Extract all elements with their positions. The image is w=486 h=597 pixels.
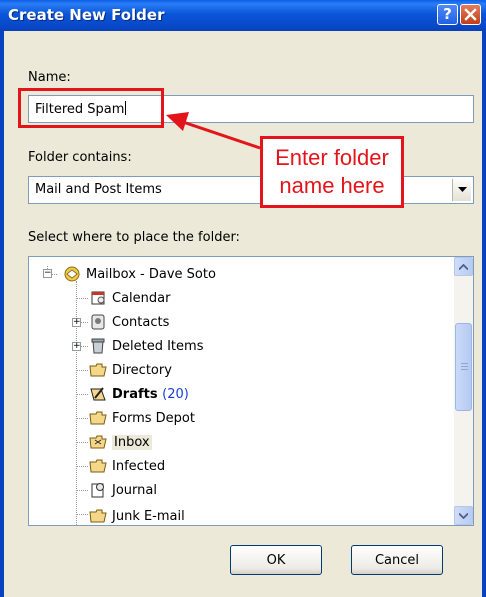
tree-item-calendar[interactable]: Calendar	[89, 287, 170, 309]
folder-icon	[89, 459, 107, 473]
tree-item-label: Calendar	[112, 290, 171, 306]
chevron-down-icon	[457, 187, 467, 192]
tree-connector	[76, 466, 88, 467]
tree-item-label: Forms Depot	[112, 410, 195, 426]
folder-contains-label: Folder contains:	[28, 150, 132, 165]
tree-item-label: Infected	[112, 458, 166, 474]
tree-connector	[81, 346, 88, 347]
vertical-scrollbar[interactable]	[454, 257, 473, 525]
tree-root[interactable]: Mailbox - Dave Soto	[63, 263, 216, 285]
contacts-icon	[91, 314, 105, 330]
tree-connector	[76, 298, 88, 299]
tree-item-label: Junk E-mail	[112, 508, 185, 524]
tree-item-drafts[interactable]: Drafts (20)	[89, 383, 189, 405]
close-icon	[464, 8, 477, 21]
close-button[interactable]	[460, 4, 481, 25]
tree-connector	[76, 490, 88, 491]
tree-item-label: Drafts	[112, 386, 158, 402]
junk-icon	[89, 509, 107, 523]
window-title: Create New Folder	[8, 6, 165, 24]
folder-icon	[89, 411, 107, 425]
tree-connector	[76, 418, 88, 419]
ok-button[interactable]: OK	[230, 545, 322, 575]
annotation-callout: Enter folder name here	[260, 136, 404, 208]
name-label: Name:	[28, 70, 71, 85]
tree-item-label: Inbox	[112, 434, 152, 450]
tree-item-journal[interactable]: Journal	[89, 479, 157, 501]
tree-item-inbox[interactable]: Inbox	[89, 431, 152, 453]
annotation-line: Enter folder	[275, 145, 389, 170]
tree-item-label: Directory	[112, 362, 172, 378]
thumb-grip	[461, 363, 468, 364]
scroll-thumb[interactable]	[455, 323, 472, 411]
tree-item-label: Journal	[112, 482, 157, 498]
tree-root-label: Mailbox - Dave Soto	[86, 266, 216, 282]
tree-connector	[81, 322, 88, 323]
unread-count: (20)	[162, 386, 189, 402]
tree-item-label: Contacts	[112, 314, 170, 330]
tree-item-infected[interactable]: Infected	[89, 455, 165, 477]
expand-toggle[interactable]: +	[72, 318, 81, 327]
tree-item-forms-depot[interactable]: Forms Depot	[89, 407, 195, 429]
tree-item-deleted-items[interactable]: Deleted Items	[89, 335, 203, 357]
scroll-up-button[interactable]	[454, 257, 473, 276]
folder-contains-value: Mail and Post Items	[35, 182, 162, 197]
folder-contains-select[interactable]: Mail and Post Items	[28, 176, 474, 204]
deleted-items-icon	[91, 338, 105, 354]
chevron-down-icon	[459, 512, 468, 519]
calendar-icon	[91, 291, 105, 305]
thumb-grip	[461, 369, 468, 370]
mailbox-icon	[64, 266, 80, 282]
tree-item-contacts[interactable]: Contacts	[89, 311, 169, 333]
help-button[interactable]: ?	[437, 4, 458, 25]
title-bar: Create New Folder ?	[0, 0, 486, 31]
scroll-down-button[interactable]	[454, 506, 473, 525]
inbox-icon	[89, 435, 107, 449]
tree-item-junk-email[interactable]: Junk E-mail	[89, 505, 185, 525]
dropdown-button[interactable]	[452, 179, 471, 201]
chevron-up-icon	[459, 263, 468, 270]
journal-icon	[91, 483, 104, 498]
drafts-icon	[90, 387, 106, 401]
tree-connector	[76, 370, 88, 371]
tree-connector	[76, 442, 88, 443]
cancel-button[interactable]: Cancel	[351, 545, 443, 575]
tree-item-directory[interactable]: Directory	[89, 359, 172, 381]
tree-item-label: Deleted Items	[112, 338, 204, 354]
place-folder-label: Select where to place the folder:	[28, 230, 240, 245]
highlight-box	[18, 88, 164, 128]
folder-icon	[89, 363, 107, 377]
expand-toggle[interactable]: +	[72, 342, 81, 351]
collapse-toggle[interactable]: −	[43, 269, 52, 278]
tree-connector	[76, 514, 88, 515]
tree-connector	[76, 394, 88, 395]
thumb-grip	[461, 366, 468, 367]
window-frame-right	[482, 31, 486, 597]
annotation-line: name here	[279, 173, 385, 198]
folder-tree[interactable]: − Mailbox - Dave Soto Calendar + Contact…	[28, 256, 474, 526]
